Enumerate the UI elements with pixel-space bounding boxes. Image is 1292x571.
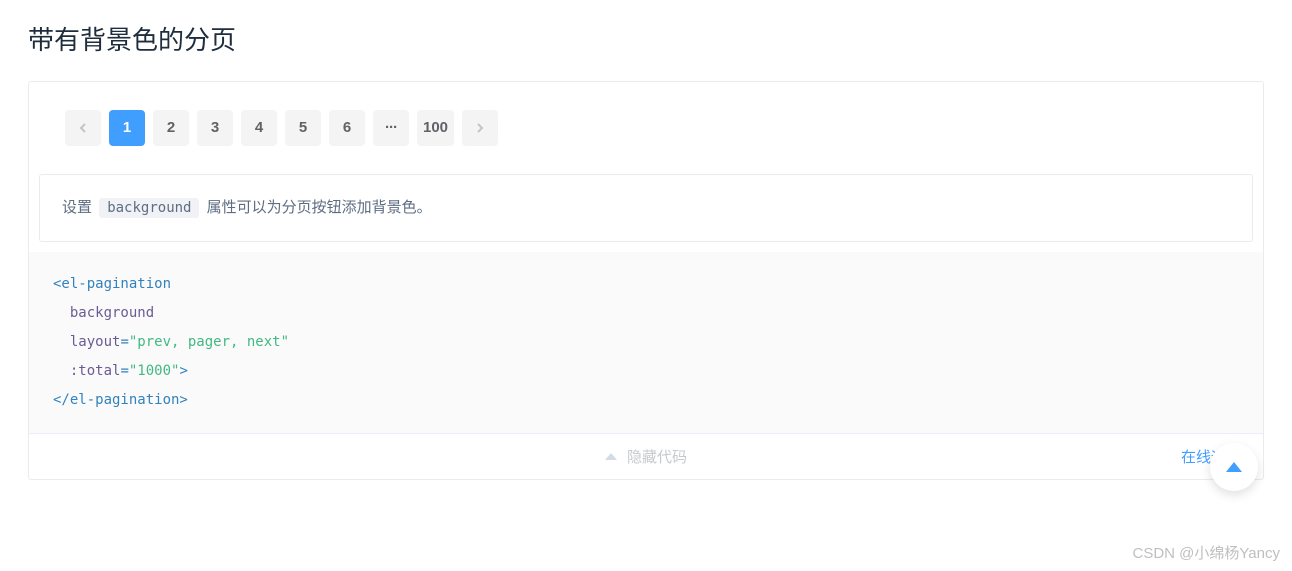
code-line-2: background — [53, 299, 1239, 328]
hide-code-button[interactable]: 隐藏代码 — [605, 446, 687, 467]
page-button-2[interactable]: 2 — [153, 110, 189, 146]
prev-button[interactable] — [65, 110, 101, 146]
description-text-after: 属性可以为分页按钮添加背景色。 — [207, 199, 432, 216]
description-box: 设置 background 属性可以为分页按钮添加背景色。 — [39, 174, 1253, 242]
code-line-1: <el-pagination — [53, 270, 1239, 299]
page-ellipsis[interactable]: ··· — [373, 110, 409, 146]
code-block: <el-pagination background layout="prev, … — [29, 252, 1263, 433]
code-line-4: :total="1000"> — [53, 357, 1239, 386]
demo-block: 1 2 3 4 5 6 ··· 100 设置 background 属性可以为分… — [28, 81, 1264, 480]
scroll-to-top-button[interactable] — [1210, 443, 1258, 491]
description-text-before: 设置 — [62, 199, 92, 216]
triangle-up-icon — [1226, 462, 1242, 472]
code-line-3: layout="prev, pager, next" — [53, 328, 1239, 357]
page-button-3[interactable]: 3 — [197, 110, 233, 146]
code-line-5: </el-pagination> — [53, 386, 1239, 415]
description-code: background — [99, 198, 199, 218]
section-title: 带有背景色的分页 — [28, 20, 1264, 57]
page-button-5[interactable]: 5 — [285, 110, 321, 146]
watermark: CSDN @小绵杨Yancy — [1133, 542, 1280, 563]
page-button-6[interactable]: 6 — [329, 110, 365, 146]
caret-up-icon — [605, 453, 617, 460]
chevron-right-icon — [474, 122, 486, 134]
hide-code-label: 隐藏代码 — [627, 446, 687, 467]
pagination: 1 2 3 4 5 6 ··· 100 — [65, 110, 1227, 146]
code-controls: 隐藏代码 在线运行 — [29, 433, 1263, 479]
next-button[interactable] — [462, 110, 498, 146]
page-button-4[interactable]: 4 — [241, 110, 277, 146]
demo-area: 1 2 3 4 5 6 ··· 100 — [29, 82, 1263, 174]
chevron-left-icon — [77, 122, 89, 134]
page-button-1[interactable]: 1 — [109, 110, 145, 146]
page-button-last[interactable]: 100 — [417, 110, 454, 146]
